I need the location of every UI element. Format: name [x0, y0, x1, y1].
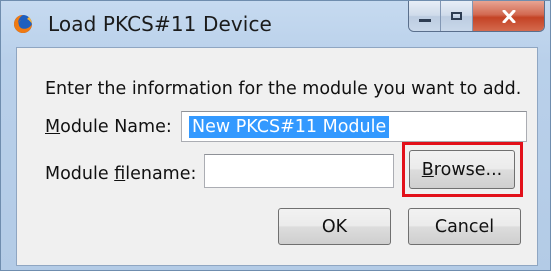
window-controls — [408, 1, 545, 32]
browse-highlight-box — [402, 142, 523, 197]
ok-button[interactable]: OK — [278, 208, 391, 245]
title-bar[interactable]: Load PKCS#11 Device — [1, 1, 551, 45]
minimize-icon — [418, 19, 431, 22]
module-name-mnemonic: M — [45, 117, 61, 137]
instruction-text: Enter the information for the module you… — [45, 79, 522, 99]
cancel-button[interactable]: Cancel — [408, 208, 521, 245]
module-filename-mnemonic: f — [114, 164, 126, 184]
module-name-value: New PKCS#11 Module — [189, 116, 390, 138]
window-title: Load PKCS#11 Device — [48, 12, 272, 36]
minimize-button[interactable] — [409, 1, 441, 31]
close-button[interactable] — [473, 1, 544, 31]
module-name-label: Module Name: — [45, 117, 172, 137]
maximize-button[interactable] — [441, 1, 473, 31]
module-name-input[interactable]: New PKCS#11 Module — [181, 111, 527, 142]
maximize-icon — [451, 12, 462, 20]
module-filename-label: Module filename: — [45, 164, 197, 184]
module-filename-input[interactable] — [204, 154, 394, 188]
close-icon — [502, 9, 515, 23]
firefox-icon — [14, 15, 32, 33]
